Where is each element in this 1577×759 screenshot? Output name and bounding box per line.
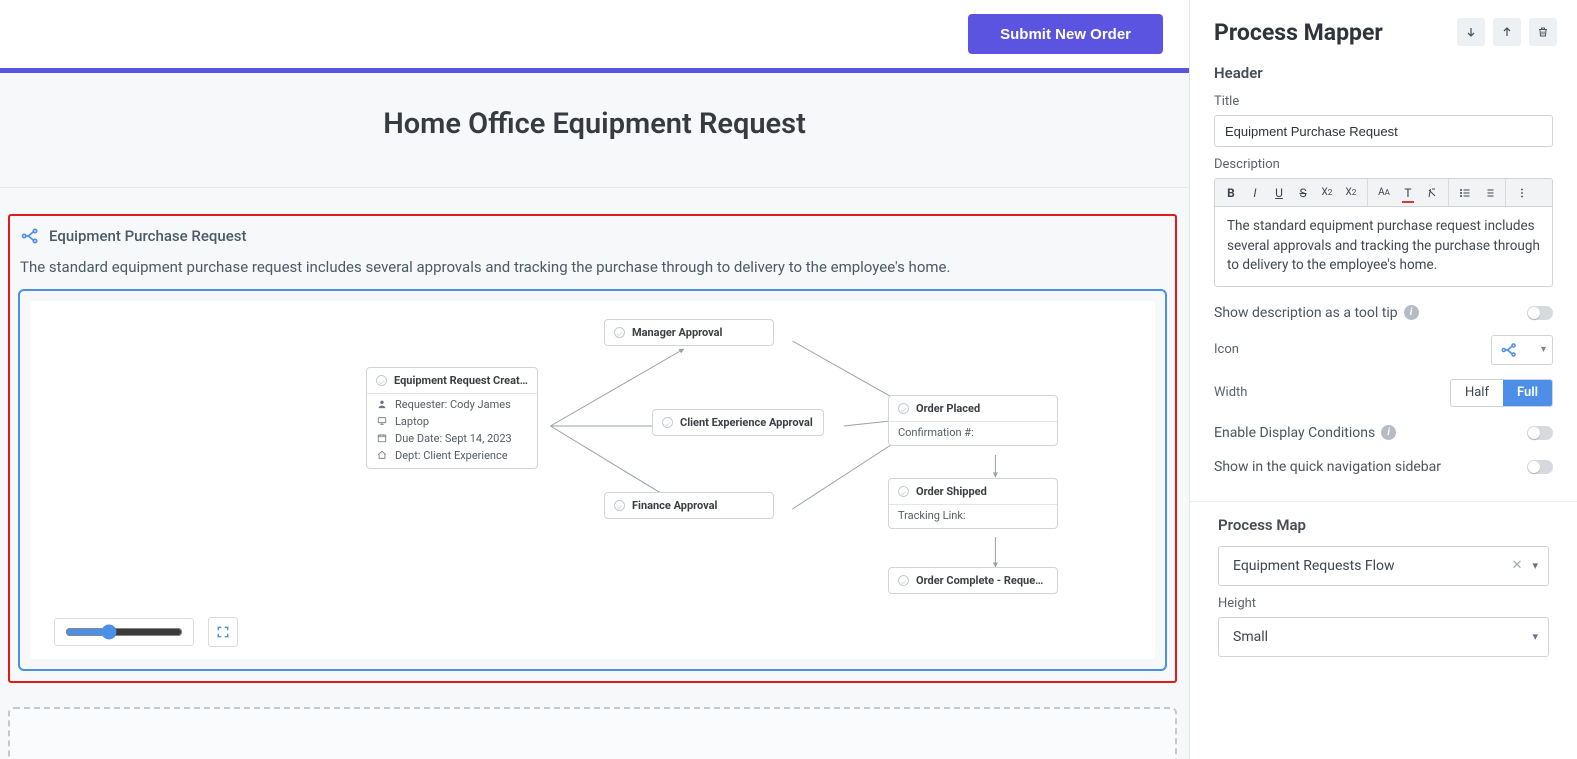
tooltip-toggle[interactable]	[1527, 306, 1553, 320]
rte-superscript-icon[interactable]: X2	[1315, 182, 1339, 204]
requester-label: Requester: Cody James	[395, 398, 511, 411]
process-map-icon	[20, 226, 40, 246]
rte-italic-icon[interactable]: I	[1243, 182, 1267, 204]
zoom-slider[interactable]	[65, 624, 183, 640]
move-down-button[interactable]	[1457, 18, 1485, 46]
height-field-label: Height	[1218, 596, 1549, 611]
widget-dropzone[interactable]	[8, 707, 1177, 759]
height-select[interactable]: Small ▾	[1218, 617, 1549, 657]
rte-numbered-list-icon[interactable]	[1477, 182, 1501, 204]
width-option-half[interactable]: Half	[1451, 380, 1503, 406]
rte-underline-icon[interactable]: U	[1267, 182, 1291, 204]
rte-more-icon[interactable]	[1510, 182, 1534, 204]
chevron-down-icon: ▾	[1541, 344, 1546, 355]
main-canvas: Submit New Order Home Office Equipment R…	[0, 0, 1189, 759]
delete-button[interactable]	[1529, 18, 1557, 46]
rte-toolbar: B I U S X2 X2 AA T	[1215, 179, 1552, 207]
rte-text-color-icon[interactable]: T	[1396, 182, 1420, 204]
width-option-full[interactable]: Full	[1503, 380, 1552, 406]
height-value: Small	[1233, 629, 1268, 645]
width-segmented-control: Half Full	[1450, 379, 1553, 407]
chevron-down-icon: ▾	[1532, 559, 1538, 572]
rte-bullet-list-icon[interactable]	[1453, 182, 1477, 204]
clear-icon[interactable]: ✕	[1512, 558, 1523, 573]
chevron-down-icon: ▾	[1532, 630, 1538, 643]
tracking-label: Tracking Link:	[898, 509, 1048, 522]
move-up-button[interactable]	[1493, 18, 1521, 46]
section-process-map-label: Process Map	[1218, 516, 1549, 534]
rte-subscript-icon[interactable]: X2	[1339, 182, 1363, 204]
status-icon	[898, 486, 909, 497]
description-textarea[interactable]: The standard equipment purchase request …	[1215, 207, 1552, 286]
status-icon	[614, 500, 625, 511]
zoom-slider-container	[54, 618, 194, 646]
node-title: Client Experience Approval	[680, 416, 813, 429]
description-editor: B I U S X2 X2 AA T	[1214, 178, 1553, 287]
process-viewer: Equipment Request Created … Requester: C…	[18, 289, 1167, 671]
rte-bold-icon[interactable]: B	[1219, 182, 1243, 204]
node-title: Equipment Request Created …	[394, 374, 528, 387]
conditions-toggle[interactable]	[1527, 426, 1553, 440]
node-title: Manager Approval	[632, 326, 722, 339]
title-input[interactable]	[1214, 115, 1553, 147]
node-title: Order Placed	[916, 402, 980, 415]
device-value: Laptop	[395, 415, 429, 428]
width-field-label: Width	[1214, 385, 1247, 400]
status-icon	[662, 417, 673, 428]
top-bar: Submit New Order	[0, 0, 1189, 68]
node-client-experience-approval[interactable]: Client Experience Approval	[652, 409, 824, 436]
section-header-label: Header	[1214, 64, 1553, 82]
widget-description: The standard equipment purchase request …	[20, 256, 1165, 279]
node-title: Finance Approval	[632, 499, 717, 512]
icon-select[interactable]: ▾	[1491, 335, 1553, 365]
rte-clear-format-icon[interactable]	[1420, 182, 1444, 204]
node-title: Order Complete - Request …	[916, 574, 1048, 587]
process-mapper-widget[interactable]: Equipment Purchase Request The standard …	[8, 214, 1177, 683]
conditions-toggle-label: Enable Display Conditions	[1214, 425, 1375, 441]
due-date: Due Date: Sept 14, 2023	[395, 432, 512, 445]
node-title: Order Shipped	[916, 485, 987, 498]
status-icon	[614, 327, 625, 338]
info-icon[interactable]: i	[1404, 305, 1419, 320]
dept-value: Dept: Client Experience	[395, 449, 508, 462]
node-finance-approval[interactable]: Finance Approval	[604, 492, 774, 519]
rte-font-size-icon[interactable]: AA	[1372, 182, 1396, 204]
rte-strikethrough-icon[interactable]: S	[1291, 182, 1315, 204]
description-label: Description	[1214, 157, 1553, 172]
monitor-icon	[376, 416, 388, 426]
user-icon	[376, 399, 388, 409]
panel-title: Process Mapper	[1214, 19, 1383, 46]
title-field-label: Title	[1214, 94, 1553, 109]
info-icon[interactable]: i	[1381, 425, 1396, 440]
node-equipment-request-created[interactable]: Equipment Request Created … Requester: C…	[366, 367, 538, 469]
properties-panel: Process Mapper Header Title Description	[1189, 0, 1577, 759]
node-manager-approval[interactable]: Manager Approval	[604, 319, 774, 346]
status-icon	[376, 375, 387, 386]
node-order-shipped[interactable]: Order Shipped Tracking Link:	[888, 478, 1058, 529]
node-order-placed[interactable]: Order Placed Confirmation #:	[888, 395, 1058, 446]
page-title: Home Office Equipment Request	[20, 107, 1169, 141]
process-map-canvas[interactable]: Equipment Request Created … Requester: C…	[44, 311, 1141, 611]
process-map-value: Equipment Requests Flow	[1233, 558, 1395, 574]
status-icon	[898, 575, 909, 586]
status-icon	[898, 403, 909, 414]
submit-new-order-button[interactable]: Submit New Order	[968, 14, 1163, 54]
home-icon	[376, 450, 388, 460]
page-header: Home Office Equipment Request	[0, 73, 1189, 188]
calendar-icon	[376, 433, 388, 443]
confirmation-label: Confirmation #:	[898, 426, 1048, 439]
fullscreen-button[interactable]	[208, 617, 238, 647]
process-map-select[interactable]: Equipment Requests Flow ✕ ▾	[1218, 546, 1549, 586]
quicknav-toggle-label: Show in the quick navigation sidebar	[1214, 459, 1441, 475]
node-order-complete[interactable]: Order Complete - Request …	[888, 567, 1058, 594]
quicknav-toggle[interactable]	[1527, 460, 1553, 474]
icon-field-label: Icon	[1214, 342, 1239, 357]
widget-title: Equipment Purchase Request	[49, 227, 246, 245]
tooltip-toggle-label: Show description as a tool tip	[1214, 305, 1398, 321]
